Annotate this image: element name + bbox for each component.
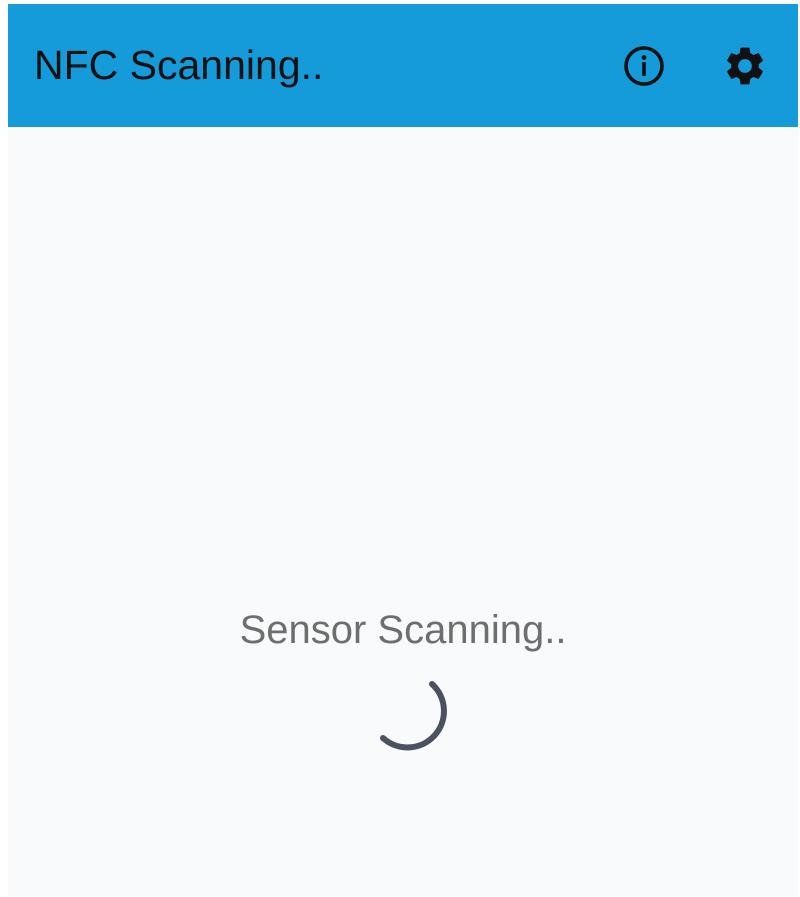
app-bar: NFC Scanning.. <box>8 4 798 127</box>
status-text: Sensor Scanning.. <box>239 608 567 652</box>
settings-button[interactable] <box>720 41 770 91</box>
app-screen: NFC Scanning.. Sensor Scanning.. <box>8 4 798 896</box>
loading-spinner <box>380 681 447 751</box>
info-button[interactable] <box>619 41 669 91</box>
info-icon <box>624 46 664 86</box>
app-title: NFC Scanning.. <box>34 42 324 88</box>
gear-icon <box>727 47 763 85</box>
spinner-arc <box>380 681 447 751</box>
